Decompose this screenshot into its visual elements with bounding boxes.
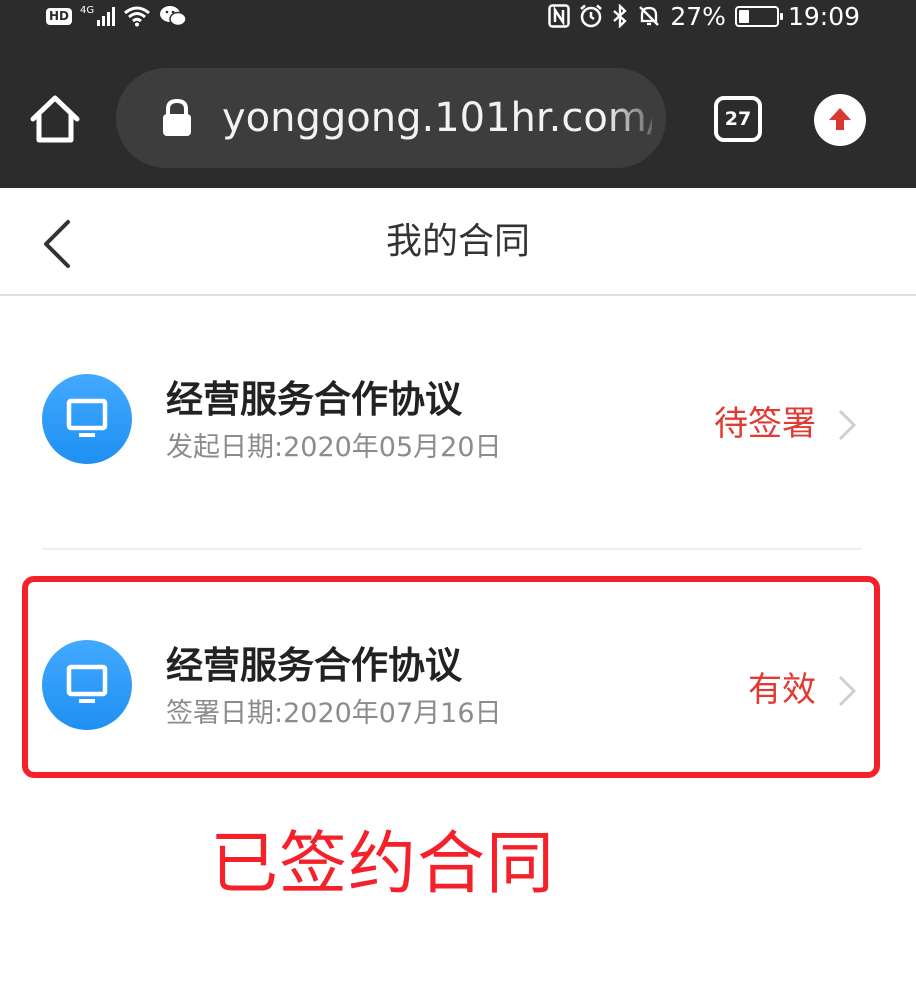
nfc-icon	[548, 4, 571, 28]
address-bar[interactable]: yonggong.101hr.com/p	[116, 68, 666, 168]
status-bar: HD 4G 27% 19:09	[0, 0, 916, 34]
home-icon[interactable]	[28, 92, 82, 146]
browser-chrome: HD 4G 27% 19:09 yonggong.101hr.com/p 27	[0, 0, 916, 188]
page-header: 我的合同	[0, 188, 916, 296]
lock-icon	[163, 98, 191, 136]
bluetooth-icon	[613, 4, 628, 28]
upload-button[interactable]	[814, 94, 866, 146]
divider	[42, 548, 862, 550]
url-fade	[606, 68, 666, 168]
upload-arrow-icon	[829, 108, 851, 130]
mute-icon	[639, 6, 660, 26]
contract-item[interactable]: 经营服务合作协议 发起日期:2020年05月20日 待签署	[0, 320, 916, 520]
wifi-icon	[124, 6, 151, 27]
contract-date: 发起日期:2020年05月20日	[166, 432, 502, 463]
signal-icon	[97, 6, 116, 26]
document-icon	[42, 374, 132, 464]
battery-percent: 27%	[670, 1, 726, 31]
tabs-button[interactable]: 27	[714, 96, 762, 142]
contract-title: 经营服务合作协议	[166, 378, 462, 421]
wechat-icon	[160, 6, 187, 27]
contract-status: 待签署	[714, 404, 816, 444]
monitor-icon	[66, 398, 108, 437]
hd-badge: HD	[46, 7, 73, 25]
status-right: 27% 19:09	[548, 0, 860, 32]
clock: 19:09	[787, 1, 860, 31]
alarm-icon	[580, 4, 603, 28]
chevron-right-icon	[838, 409, 857, 441]
status-left: HD 4G	[46, 0, 187, 32]
highlight-box	[22, 576, 880, 778]
page-title: 我的合同	[385, 221, 530, 262]
url-text: yonggong.101hr.com/p	[222, 95, 652, 141]
battery-level	[738, 9, 749, 23]
battery-icon	[734, 5, 783, 27]
annotation-label: 已签约合同	[210, 825, 556, 904]
network-type: 4G	[80, 4, 95, 16]
browser-toolbar: yonggong.101hr.com/p 27	[0, 56, 916, 180]
